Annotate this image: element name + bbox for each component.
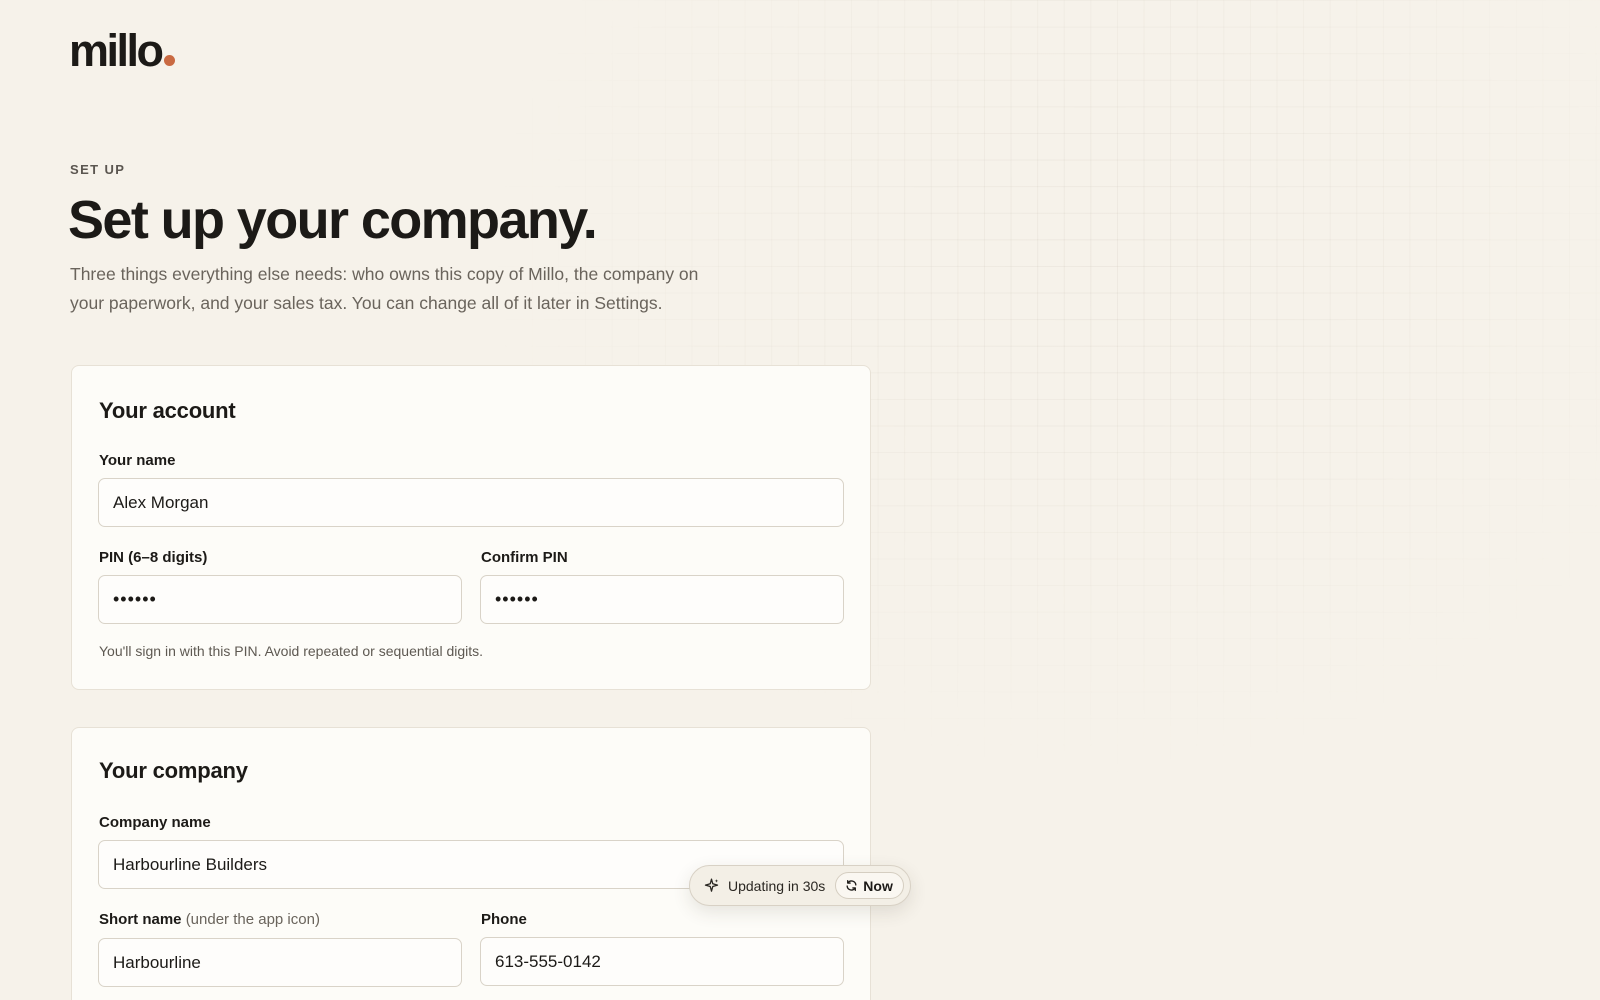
company-card: Your company Company name Short name (un… [71,727,871,1000]
account-card: Your account Your name PIN (6–8 digits) … [71,365,871,690]
page-eyebrow: SET UP [70,162,126,177]
short-name-note: (under the app icon) [185,911,320,928]
company-card-title: Your company [99,758,248,783]
confirm-pin-label: Confirm PIN [481,549,568,566]
short-name-label-text: Short name [99,911,182,928]
pin-hint: You'll sign in with this PIN. Avoid repe… [99,643,484,659]
page-intro: Three things everything else needs: who … [70,264,699,313]
company-name-label: Company name [99,814,211,831]
brand-logo: millo [69,28,175,73]
brand-name: millo [69,25,164,76]
account-card-title: Your account [99,398,236,423]
phone-input[interactable] [480,937,844,986]
short-name-input[interactable] [98,938,462,987]
short-name-label: Short name (under the app icon) [99,911,320,928]
your-name-label: Your name [99,452,176,469]
phone-label: Phone [481,911,527,928]
sparkle-icon [704,878,719,892]
pin-label: PIN (6–8 digits) [99,549,208,566]
toast-text: Updating in 30s [728,877,826,894]
your-name-input[interactable] [98,478,844,527]
update-now-button[interactable]: Now [835,872,904,899]
refresh-icon [846,879,857,892]
confirm-pin-input[interactable] [480,575,844,624]
update-now-label: Now [863,877,893,894]
pin-input[interactable] [98,575,462,624]
brand-dot [163,55,175,66]
page-title: Set up your company. [68,190,598,250]
update-toast: Updating in 30s Now [689,865,911,906]
